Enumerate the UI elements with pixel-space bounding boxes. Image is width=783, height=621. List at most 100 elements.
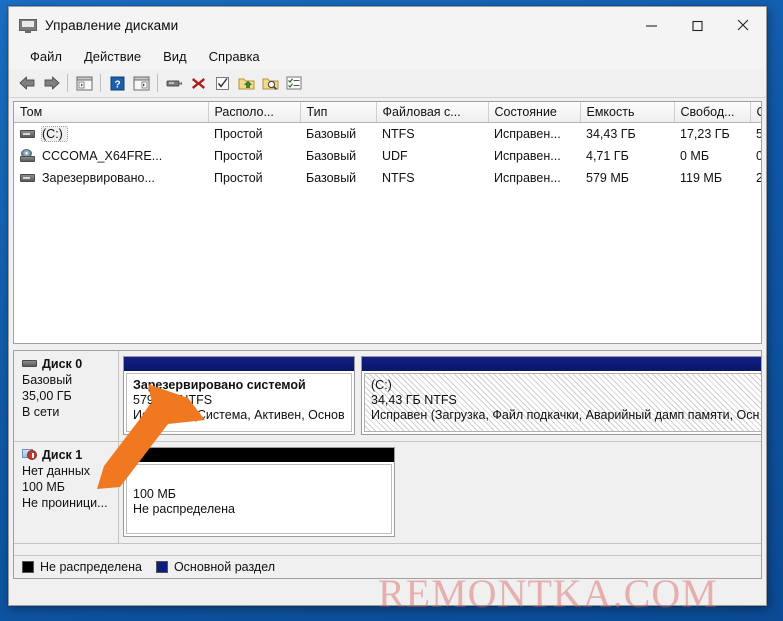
- disk-row-0[interactable]: Диск 0 Базовый 35,00 ГБ В сети Зарезерви…: [14, 351, 761, 442]
- partition-status: Исправен (Загрузка, Файл подкачки, Авари…: [371, 408, 760, 422]
- volume-table-header-row: Том Располо... Тип Файловая с... Состоян…: [14, 102, 761, 123]
- partition-size-fs: 100 МБ: [133, 487, 176, 501]
- hard-drive-icon: [22, 358, 38, 370]
- disk-1-state: Не проиници...: [22, 496, 108, 510]
- volume-fs-cell: UDF: [382, 149, 408, 163]
- legend-swatch-unallocated: [22, 561, 34, 573]
- menu-item-view[interactable]: Вид: [152, 46, 198, 67]
- column-header-type[interactable]: Тип: [300, 102, 377, 123]
- menu-item-help[interactable]: Справка: [198, 46, 271, 67]
- toolbar-separator: [67, 74, 68, 92]
- column-header-capacity[interactable]: Емкость: [580, 102, 675, 123]
- partition-label: Зарезервировано системой: [133, 378, 306, 392]
- volume-name-cell: (C:): [14, 123, 208, 146]
- drive-icon[interactable]: [162, 71, 186, 95]
- partition-size-fs: 579 МБ NTFS: [133, 393, 213, 407]
- window-controls: [628, 7, 766, 43]
- forward-icon[interactable]: [39, 71, 63, 95]
- table-row[interactable]: Зарезервировано... Простой Базовый NTFS …: [14, 167, 761, 189]
- partition-system-reserved[interactable]: Зарезервировано системой 579 МБ NTFS Исп…: [123, 356, 355, 435]
- client-area: Том Располо... Тип Файловая с... Состоян…: [9, 98, 766, 605]
- help-icon[interactable]: ?: [105, 71, 129, 95]
- partition-body: 100 МБ Не распределена: [126, 464, 392, 534]
- partition-color-bar: [124, 448, 394, 462]
- folder-up-icon[interactable]: [234, 71, 258, 95]
- volume-status-cell: Исправен...: [494, 127, 561, 141]
- disk-management-icon: [19, 17, 37, 33]
- column-header-volume[interactable]: Том: [14, 102, 209, 123]
- volume-free-cell: 0 МБ: [680, 149, 710, 163]
- partition-unallocated[interactable]: 100 МБ Не распределена: [123, 447, 395, 537]
- volume-table: Том Располо... Тип Файловая с... Состоян…: [14, 102, 761, 189]
- table-row[interactable]: (C:) Простой Базовый NTFS Исправен... 34…: [14, 123, 761, 146]
- disk-row-1[interactable]: Диск 1 Нет данных 100 МБ Не проиници...: [14, 442, 761, 544]
- title-bar[interactable]: Управление дисками: [9, 7, 766, 43]
- legend-item-primary: Основной раздел: [155, 560, 276, 574]
- volume-freepct-cell: 21 %: [750, 167, 761, 189]
- checkbox-icon[interactable]: [210, 71, 234, 95]
- volume-type-cell: Базовый: [306, 127, 357, 141]
- disk-1-size: 100 МБ: [22, 480, 65, 494]
- volume-capacity-cell: 579 МБ: [586, 171, 629, 185]
- partition-size-fs: 34,43 ГБ NTFS: [371, 393, 457, 407]
- menu-bar: Файл Действие Вид Справка: [9, 43, 766, 69]
- volume-layout-cell: Простой: [214, 149, 263, 163]
- column-header-freepercent[interactable]: Свободно %: [750, 102, 761, 123]
- volume-name-cell: Зарезервировано...: [14, 167, 208, 189]
- disk-0-type: Базовый: [22, 373, 73, 387]
- volume-capacity-cell: 4,71 ГБ: [586, 149, 629, 163]
- volume-name-cell: CCCOMA_X64FRE...: [14, 145, 208, 167]
- disk-1-name-row: Диск 1: [22, 448, 112, 462]
- volume-fs-cell: NTFS: [382, 171, 415, 185]
- maximize-button[interactable]: [674, 7, 720, 43]
- disk-1-name: Диск 1: [42, 448, 83, 462]
- legend-label-primary: Основной раздел: [173, 560, 276, 574]
- menu-item-action[interactable]: Действие: [73, 46, 152, 67]
- volume-fs-cell: NTFS: [382, 127, 415, 141]
- column-header-filesystem[interactable]: Файловая с...: [376, 102, 489, 123]
- partition-status: Не распределена: [133, 502, 235, 516]
- legend-swatch-primary: [155, 561, 168, 573]
- partition-status: Исправен (Система, Активен, Основной: [133, 408, 345, 422]
- desktop-background: Управление дисками Файл Действие Вид Спр…: [0, 0, 783, 621]
- folder-search-icon[interactable]: [258, 71, 282, 95]
- toolbar: ?: [9, 69, 766, 98]
- column-header-freespace[interactable]: Свобод...: [674, 102, 751, 123]
- show-action-pane-icon[interactable]: [129, 71, 153, 95]
- disk-0-name: Диск 0: [42, 357, 83, 371]
- toolbar-separator: [100, 74, 101, 92]
- graphical-view-pane: Диск 0 Базовый 35,00 ГБ В сети Зарезерви…: [13, 350, 762, 579]
- column-header-layout[interactable]: Располо...: [208, 102, 301, 123]
- volume-list-pane[interactable]: Том Располо... Тип Файловая с... Состоян…: [13, 101, 762, 344]
- volume-free-cell: 119 МБ: [680, 171, 723, 185]
- svg-text:?: ?: [114, 79, 120, 90]
- partition-color-bar: [362, 357, 761, 371]
- volume-type-cell: Базовый: [306, 149, 357, 163]
- delete-red-x-icon[interactable]: [186, 71, 210, 95]
- disk-0-state: В сети: [22, 405, 60, 419]
- partition-c-drive[interactable]: (C:) 34,43 ГБ NTFS Исправен (Загрузка, Ф…: [361, 356, 761, 435]
- disk-1-type: Нет данных: [22, 464, 91, 478]
- column-header-status[interactable]: Состояние: [488, 102, 581, 123]
- disk-info-0[interactable]: Диск 0 Базовый 35,00 ГБ В сети: [14, 351, 119, 441]
- minimize-button[interactable]: [628, 7, 674, 43]
- hard-drive-icon: [20, 127, 36, 141]
- disk-info-1[interactable]: Диск 1 Нет данных 100 МБ Не проиници...: [14, 442, 119, 543]
- disk-0-name-row: Диск 0: [22, 357, 112, 371]
- status-strip: [13, 579, 762, 601]
- table-row[interactable]: CCCOMA_X64FRE... Простой Базовый UDF Исп…: [14, 145, 761, 167]
- back-icon[interactable]: [15, 71, 39, 95]
- partition-color-bar: [124, 357, 354, 371]
- volume-freepct-cell: 0 %: [750, 145, 761, 167]
- volume-status-cell: Исправен...: [494, 149, 561, 163]
- properties-list-icon[interactable]: [282, 71, 306, 95]
- disk-0-size: 35,00 ГБ: [22, 389, 72, 403]
- hard-drive-icon: [20, 171, 36, 185]
- menu-item-file[interactable]: Файл: [19, 46, 73, 67]
- volume-freepct-cell: 50 %: [750, 123, 761, 146]
- show-hide-console-tree-icon[interactable]: [72, 71, 96, 95]
- volume-name-label: Зарезервировано...: [42, 171, 155, 185]
- volume-layout-cell: Простой: [214, 171, 263, 185]
- volume-layout-cell: Простой: [214, 127, 263, 141]
- close-button[interactable]: [720, 7, 766, 43]
